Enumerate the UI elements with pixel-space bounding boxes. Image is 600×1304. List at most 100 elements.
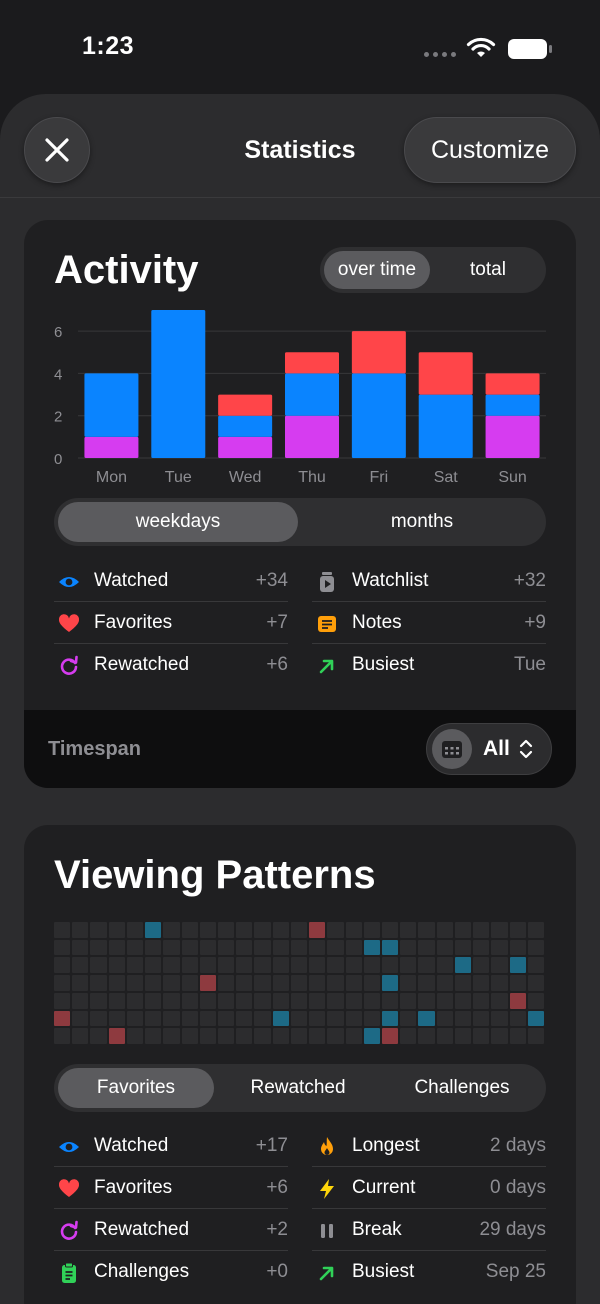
clipboard-icon bbox=[62, 1262, 76, 1283]
timespan-picker[interactable]: All bbox=[426, 723, 552, 775]
stat-rewatched: Rewatched +2 bbox=[54, 1209, 288, 1251]
heatmap-cell bbox=[54, 992, 71, 1009]
heatmap-cell bbox=[527, 975, 544, 991]
customize-button[interactable]: Customize bbox=[404, 117, 576, 183]
heatmap-cell bbox=[54, 1010, 71, 1027]
heatmap-cell bbox=[108, 992, 125, 1009]
x-tick-label: Thu bbox=[298, 469, 326, 486]
heatmap-cell bbox=[400, 975, 417, 991]
patterns-tab-control: Favorites Rewatched Challenges bbox=[54, 1064, 546, 1112]
stat-watched: Watched +34 bbox=[54, 560, 288, 602]
stat-value: +2 bbox=[266, 1219, 288, 1240]
heatmap-cell bbox=[236, 957, 253, 974]
flame-icon bbox=[321, 1137, 333, 1155]
bolt-icon bbox=[320, 1179, 334, 1199]
segment-months[interactable]: months bbox=[302, 502, 542, 542]
heatmap-cell bbox=[272, 1010, 289, 1027]
timespan-value: All bbox=[483, 737, 510, 760]
stat-label: Favorites bbox=[94, 1177, 173, 1198]
stat-value: +9 bbox=[524, 612, 546, 633]
bar-segment bbox=[485, 415, 540, 458]
heatmap-cell bbox=[236, 992, 253, 1009]
heatmap-cell bbox=[72, 975, 89, 991]
battery-icon bbox=[508, 39, 552, 59]
heatmap-cell bbox=[491, 922, 508, 938]
stat-label: Watched bbox=[94, 1135, 169, 1156]
heatmap-cell bbox=[309, 1028, 326, 1044]
heatmap-cell bbox=[163, 992, 180, 1009]
heatmap-cell bbox=[436, 975, 453, 991]
heatmap-cell bbox=[72, 1028, 89, 1044]
heatmap-cell bbox=[126, 957, 144, 974]
heatmap-cell bbox=[290, 975, 308, 991]
heatmap-cell bbox=[218, 922, 235, 938]
heatmap-cell bbox=[345, 992, 362, 1009]
toggle-total[interactable]: total bbox=[434, 251, 542, 289]
stat-value: 2 days bbox=[490, 1135, 546, 1156]
stat-label: Rewatched bbox=[94, 1219, 190, 1240]
heatmap-cell bbox=[382, 957, 399, 974]
eye-icon bbox=[59, 1142, 79, 1152]
heatmap-cell bbox=[163, 957, 180, 974]
heatmap-cell bbox=[509, 1028, 526, 1044]
heatmap-cell bbox=[363, 1010, 380, 1027]
heatmap-cell bbox=[473, 975, 490, 991]
timespan-label: Timespan bbox=[48, 738, 141, 760]
heatmap-cell bbox=[272, 975, 289, 991]
heatmap-cell bbox=[54, 939, 71, 956]
heatmap-cell bbox=[54, 975, 71, 991]
stat-busiest: Busiest Tue bbox=[312, 644, 546, 686]
heatmap-cell bbox=[527, 1010, 544, 1027]
heatmap-cell bbox=[181, 1010, 198, 1027]
heatmap-cell bbox=[436, 939, 453, 956]
heatmap-cell bbox=[491, 975, 508, 991]
notes-icon bbox=[318, 616, 336, 632]
bar-segment bbox=[218, 394, 273, 416]
heatmap-cell bbox=[54, 1028, 71, 1044]
heatmap-cell bbox=[509, 1010, 526, 1027]
heatmap-cell bbox=[108, 1010, 125, 1027]
heatmap-cell bbox=[90, 922, 107, 938]
bar-segment bbox=[485, 373, 540, 395]
heatmap-cell bbox=[163, 939, 180, 956]
heatmap-cell bbox=[327, 992, 344, 1009]
bar-segment bbox=[84, 436, 139, 458]
heatmap-cell bbox=[218, 939, 235, 956]
heatmap-cell bbox=[254, 1010, 271, 1027]
heatmap-cell bbox=[509, 922, 526, 938]
heatmap-cell bbox=[363, 939, 380, 956]
heatmap-cell bbox=[236, 1028, 253, 1044]
stat-favorites: Favorites +7 bbox=[54, 602, 288, 644]
bar-segment bbox=[285, 415, 339, 458]
statistics-sheet: Statistics Customize Activity over time … bbox=[0, 94, 600, 1304]
heatmap-cell bbox=[72, 922, 89, 938]
tab-rewatched[interactable]: Rewatched bbox=[218, 1068, 378, 1108]
heatmap-cell bbox=[454, 939, 472, 956]
heatmap-cell bbox=[54, 957, 71, 974]
bar-segment bbox=[84, 373, 139, 437]
heatmap-cell bbox=[454, 1010, 472, 1027]
bar-segment bbox=[218, 436, 273, 458]
calendar-icon bbox=[432, 729, 472, 769]
tab-favorites[interactable]: Favorites bbox=[58, 1068, 214, 1108]
viewing-patterns-card: Viewing Patterns Favorites Rewatched Cha… bbox=[24, 825, 576, 1304]
segment-weekdays[interactable]: weekdays bbox=[58, 502, 298, 542]
heatmap-cell bbox=[418, 1028, 435, 1044]
heatmap-cell bbox=[327, 939, 344, 956]
heatmap-cell bbox=[400, 939, 417, 956]
toggle-over-time[interactable]: over time bbox=[324, 251, 430, 289]
stat-label: Longest bbox=[352, 1135, 420, 1156]
heatmap-cell bbox=[436, 1010, 453, 1027]
heatmap-cell bbox=[199, 1010, 216, 1027]
tab-challenges[interactable]: Challenges bbox=[382, 1068, 542, 1108]
heatmap-cell bbox=[108, 1028, 125, 1044]
stat-watched: Watched +17 bbox=[54, 1125, 288, 1167]
heatmap-cell bbox=[418, 957, 435, 974]
y-tick-label: 0 bbox=[54, 451, 62, 468]
heatmap-cell bbox=[254, 922, 271, 938]
heatmap-cell bbox=[254, 939, 271, 956]
heatmap-cell bbox=[436, 922, 453, 938]
heatmap-cell bbox=[272, 922, 289, 938]
heatmap-cell bbox=[236, 975, 253, 991]
heatmap-cell bbox=[145, 922, 162, 938]
